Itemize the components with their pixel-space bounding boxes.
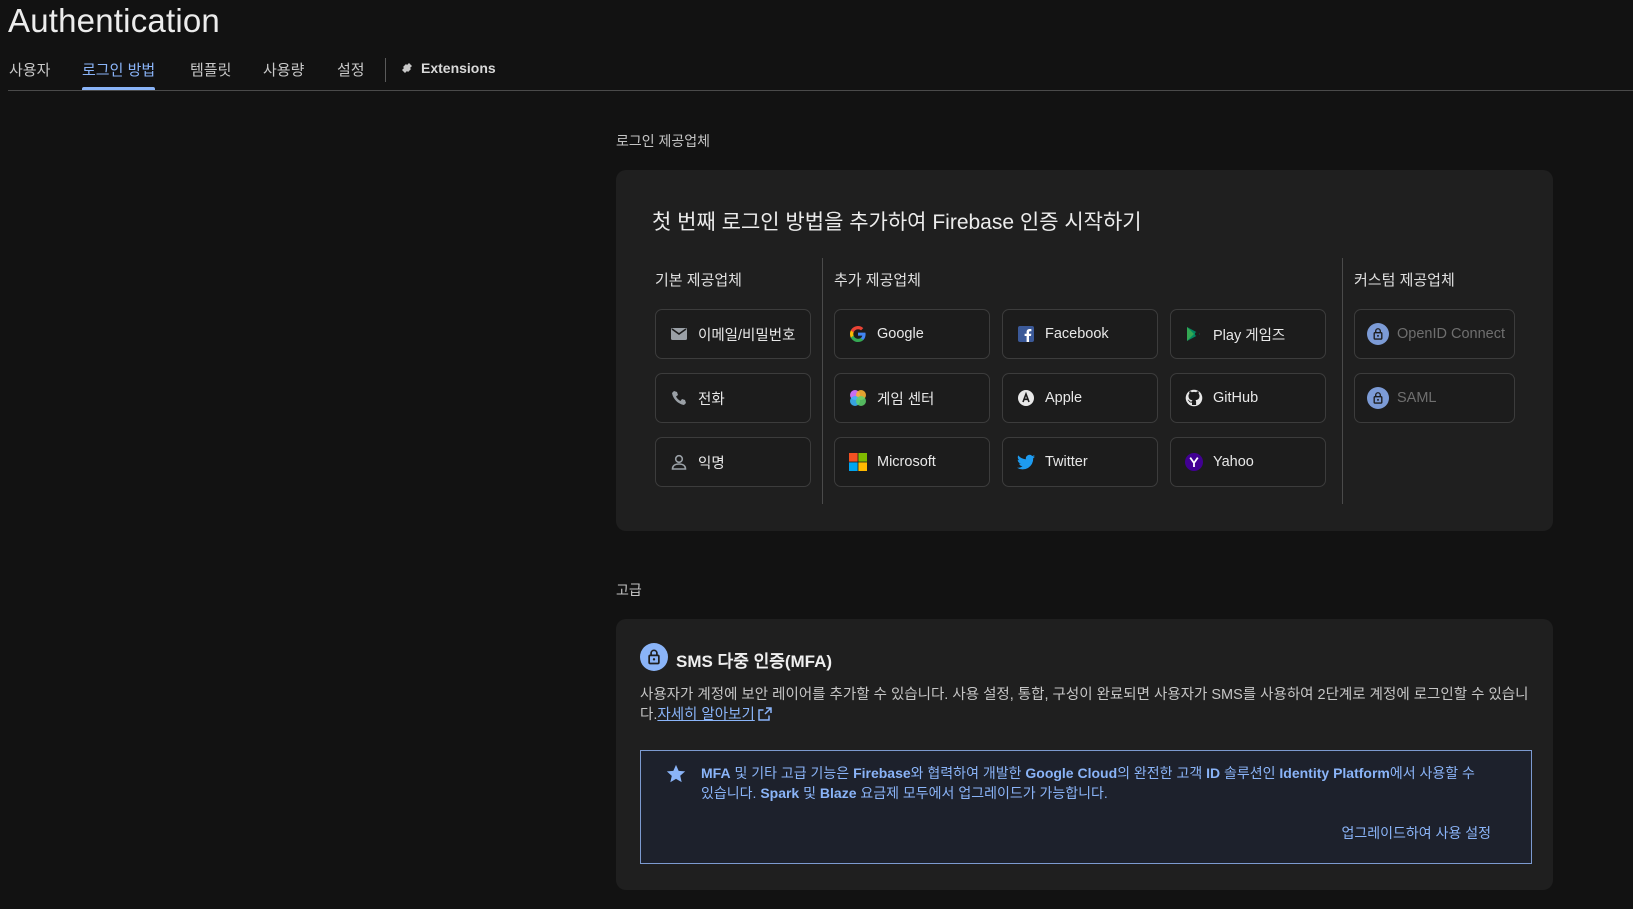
external-link-icon [758,707,772,721]
tab-users[interactable]: 사용자 [9,59,50,89]
tab-usage[interactable]: 사용량 [263,59,304,89]
microsoft-icon [847,451,869,473]
native-providers-title: 기본 제공업체 [655,272,742,289]
facebook-icon [1015,323,1037,345]
provider-label: Play 게임즈 [1213,327,1286,344]
column-divider [822,258,823,504]
provider-saml[interactable]: SAML [1354,373,1515,423]
star-icon [666,764,686,783]
provider-label: Twitter [1045,454,1088,470]
notice-text: MFA 및 기타 고급 기능은 Firebase와 협력하여 개발한 Googl… [701,765,1475,801]
extensions-icon [402,63,412,73]
provider-openid-connect[interactable]: OpenID Connect [1354,309,1515,359]
provider-phone[interactable]: 전화 [655,373,811,423]
upgrade-button[interactable]: 업그레이드하여 사용 설정 [1342,823,1491,843]
mfa-title: SMS 다중 인증(MFA) [676,652,833,671]
provider-label: OpenID Connect [1397,326,1506,342]
provider-label: 이메일/비밀번호 [698,327,796,344]
game-center-icon [847,387,869,409]
signin-section-label: 로그인 제공업체 [616,133,711,149]
lock-icon [640,643,668,676]
provider-label: SAML [1397,390,1437,406]
provider-label: Yahoo [1213,454,1254,470]
github-icon [1183,387,1205,409]
tab-divider [385,58,386,82]
provider-google[interactable]: Google [834,309,990,359]
tab-extensions-label: Extensions [421,60,496,76]
tab-bar: 사용자 로그인 방법 템플릿 사용량 설정 Extensions [8,54,1633,91]
google-icon [847,323,869,345]
play-games-icon [1183,323,1205,345]
page-title: Authentication [8,2,220,39]
lock-icon [1367,387,1389,409]
provider-label: 전화 [698,391,725,408]
provider-yahoo[interactable]: Yahoo [1170,437,1326,487]
provider-game-center[interactable]: 게임 센터 [834,373,990,423]
person-icon [668,451,690,473]
tab-settings[interactable]: 설정 [337,59,365,89]
mfa-description-text: 사용자가 계정에 보안 레이어를 추가할 수 있습니다. 사용 설정, 통합, … [640,687,1529,723]
provider-facebook[interactable]: Facebook [1002,309,1158,359]
lock-icon [1367,323,1389,345]
provider-microsoft[interactable]: Microsoft [834,437,990,487]
tab-templates[interactable]: 템플릿 [190,59,231,89]
tab-extensions[interactable]: Extensions [400,60,496,90]
custom-providers-title: 커스텀 제공업체 [1354,272,1455,289]
provider-play-games[interactable]: Play 게임즈 [1170,309,1326,359]
advanced-section-label: 고급 [616,582,642,598]
additional-providers-title: 추가 제공업체 [834,272,921,289]
provider-anonymous[interactable]: 익명 [655,437,811,487]
provider-twitter[interactable]: Twitter [1002,437,1158,487]
learn-more-label: 자세히 알아보기 [657,707,755,723]
mail-icon [668,323,690,345]
provider-label: 익명 [698,455,725,472]
signin-providers-card: 첫 번째 로그인 방법을 추가하여 Firebase 인증 시작하기 기본 제공… [616,170,1553,531]
twitter-icon [1015,451,1037,473]
identity-platform-notice: MFA 및 기타 고급 기능은 Firebase와 협력하여 개발한 Googl… [640,750,1532,864]
column-divider [1342,258,1343,504]
learn-more-link[interactable]: 자세히 알아보기 [657,707,754,723]
tab-sign-in-method[interactable]: 로그인 방법 [82,59,156,90]
provider-label: GitHub [1213,390,1259,406]
provider-github[interactable]: GitHub [1170,373,1326,423]
provider-label: Microsoft [877,454,936,470]
provider-label: Apple [1045,390,1083,406]
mfa-description: 사용자가 계정에 보안 레이어를 추가할 수 있습니다. 사용 설정, 통합, … [640,685,1530,725]
mfa-card: SMS 다중 인증(MFA) 사용자가 계정에 보안 레이어를 추가할 수 있습… [616,619,1553,890]
provider-apple[interactable]: Apple [1002,373,1158,423]
signin-heading: 첫 번째 로그인 방법을 추가하여 Firebase 인증 시작하기 [652,211,1142,234]
provider-label: Facebook [1045,326,1109,342]
mfa-title-row: SMS 다중 인증(MFA) [640,643,832,676]
phone-icon [668,387,690,409]
yahoo-icon [1183,451,1205,473]
provider-label: 게임 센터 [877,391,935,408]
provider-email-password[interactable]: 이메일/비밀번호 [655,309,811,359]
provider-label: Google [877,326,924,342]
apple-icon [1015,387,1037,409]
